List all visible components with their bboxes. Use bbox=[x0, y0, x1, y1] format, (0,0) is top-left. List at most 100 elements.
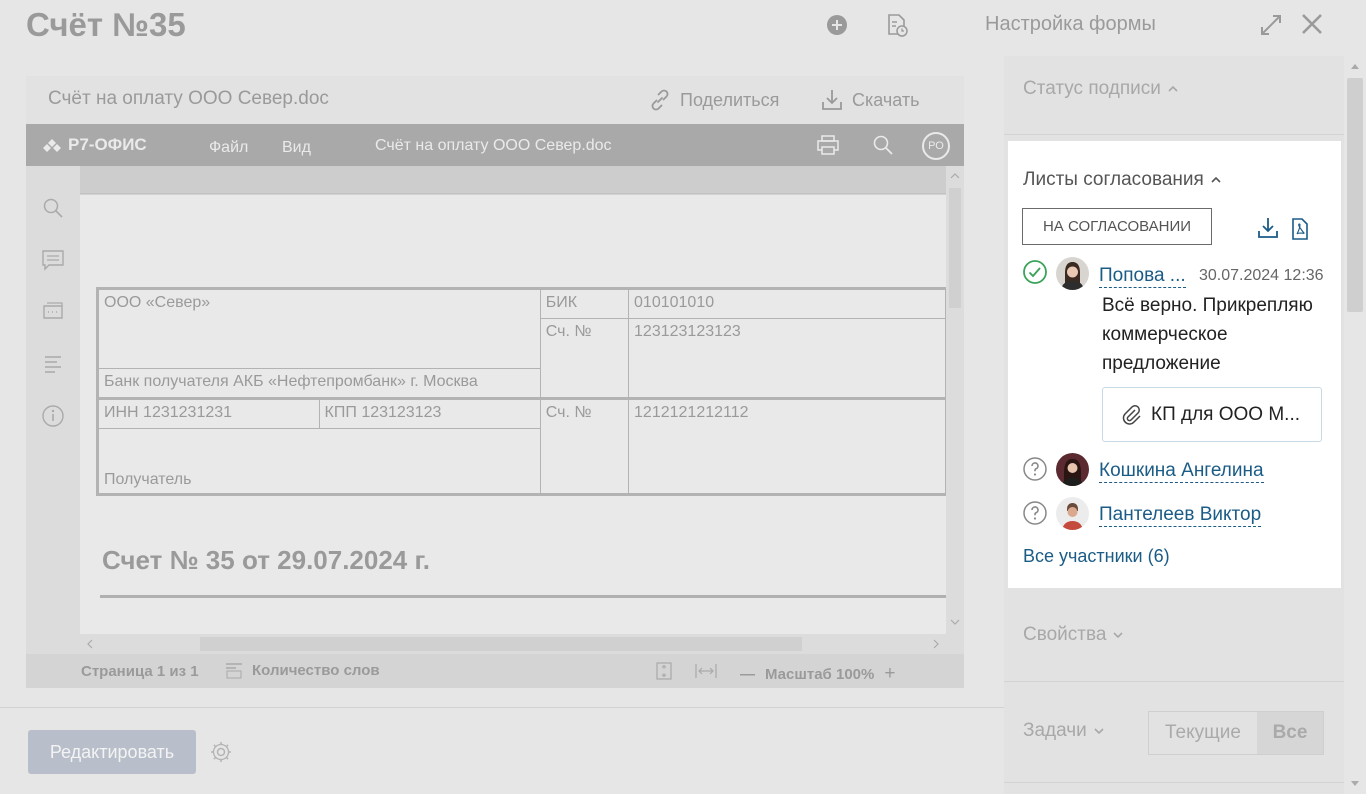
participant-name[interactable]: Кошкина Ангелина bbox=[1099, 460, 1264, 483]
attachment-link[interactable]: КП для ООО М... bbox=[1102, 387, 1322, 442]
document-horizontal-scrollbar[interactable] bbox=[80, 634, 946, 654]
tool-comments[interactable] bbox=[41, 248, 65, 272]
document-vertical-scrollbar[interactable] bbox=[946, 166, 964, 636]
print-icon bbox=[817, 135, 839, 155]
scroll-up-icon[interactable] bbox=[1350, 62, 1360, 70]
print-button[interactable] bbox=[816, 134, 840, 156]
ruler bbox=[80, 166, 946, 194]
avatar bbox=[1056, 497, 1089, 530]
payment-details-table: ООО «Север» БИК 010101010 Сч. № 12312312… bbox=[96, 287, 946, 496]
participant-comment: Всё верно. Прикрепляю коммерческое предл… bbox=[1102, 295, 1313, 374]
tool-chat[interactable] bbox=[41, 300, 65, 324]
participant-status-pending bbox=[1022, 456, 1048, 482]
word-count-button[interactable]: Количество слов bbox=[224, 660, 380, 680]
close-button[interactable] bbox=[1298, 10, 1326, 38]
fit-page-icon[interactable] bbox=[654, 661, 674, 681]
edit-button[interactable]: Редактировать bbox=[28, 730, 196, 774]
document-clock-icon bbox=[888, 14, 908, 37]
info-icon bbox=[42, 405, 64, 427]
sidebar-divider bbox=[1004, 681, 1344, 682]
bik-value: 010101010 bbox=[628, 287, 946, 319]
fit-width-icon[interactable] bbox=[694, 661, 718, 681]
tasks-section-toggle[interactable]: Задачи bbox=[1023, 720, 1105, 742]
link-icon bbox=[651, 89, 669, 111]
chat-icon bbox=[43, 302, 63, 319]
tool-navigation[interactable] bbox=[41, 352, 65, 376]
account-value: 123123123123 bbox=[628, 318, 946, 399]
settings-button[interactable] bbox=[209, 740, 233, 764]
editor-left-toolbar bbox=[26, 166, 80, 654]
zoom-control: — Масштаб 100% + bbox=[740, 663, 895, 685]
zoom-level: Масштаб 100% bbox=[765, 665, 875, 683]
document-area: ООО «Север» БИК 010101010 Сч. № 12312312… bbox=[80, 166, 946, 654]
approval-status-badge: НА СОГЛАСОВАНИИ bbox=[1022, 208, 1212, 245]
editor-menubar: Р7-ОФИС Файл Вид Счёт на оплату ООО Севе… bbox=[26, 124, 964, 166]
attachment-name: КП для ООО М... bbox=[1151, 403, 1301, 425]
pdf-sheet-button[interactable] bbox=[1290, 217, 1310, 241]
recipient-cell: Получатель bbox=[96, 428, 541, 496]
sign-status-section-toggle[interactable]: Статус подписи bbox=[1023, 78, 1179, 100]
properties-section-toggle[interactable]: Свойства bbox=[1023, 624, 1124, 646]
editor-search-button[interactable] bbox=[872, 134, 894, 156]
editor-logo-text: Р7-ОФИС bbox=[68, 135, 147, 154]
menu-file[interactable]: Файл bbox=[209, 139, 248, 157]
company-cell: ООО «Север» bbox=[96, 287, 541, 369]
sidebar-divider bbox=[1004, 782, 1344, 783]
participant-status-pending bbox=[1022, 500, 1048, 526]
user-photo-icon bbox=[1056, 497, 1089, 530]
participant-name[interactable]: Пантелеев Виктор bbox=[1099, 504, 1262, 527]
tab-all[interactable]: Все bbox=[1257, 712, 1323, 754]
form-settings-link[interactable]: Настройка формы bbox=[985, 13, 1156, 36]
document-page[interactable]: ООО «Север» БИК 010101010 Сч. № 12312312… bbox=[80, 195, 946, 636]
plus-circle-icon bbox=[827, 15, 847, 35]
user-photo-icon bbox=[1056, 257, 1089, 290]
approval-section-toggle[interactable]: Листы согласования bbox=[1023, 169, 1222, 191]
paperclip-icon bbox=[1122, 404, 1141, 425]
editor-user-avatar[interactable]: РО bbox=[922, 132, 950, 160]
editor-logo: Р7-ОФИС bbox=[42, 135, 147, 155]
check-circle-icon bbox=[1023, 260, 1047, 284]
menu-view[interactable]: Вид bbox=[282, 139, 311, 157]
bik-label: БИК bbox=[539, 287, 630, 319]
download-icon bbox=[1258, 218, 1278, 238]
document-status-button[interactable] bbox=[884, 12, 910, 38]
tool-info[interactable] bbox=[41, 404, 65, 428]
share-button[interactable]: Поделиться bbox=[648, 86, 779, 114]
avatar bbox=[1056, 453, 1089, 486]
account-label: Сч. № bbox=[539, 318, 630, 399]
zoom-out-icon[interactable]: — bbox=[740, 666, 755, 683]
expand-button[interactable] bbox=[1258, 12, 1284, 38]
participant-status-approved bbox=[1022, 259, 1048, 285]
page-title: Счёт №35 bbox=[26, 6, 186, 43]
download-label: Скачать bbox=[852, 89, 920, 110]
question-circle-icon bbox=[1023, 457, 1047, 481]
chevron-up-icon bbox=[1168, 85, 1178, 92]
user-photo-icon bbox=[1056, 453, 1089, 486]
tasks-title: Задачи bbox=[1023, 720, 1087, 741]
close-icon bbox=[1302, 14, 1322, 34]
search-icon bbox=[873, 135, 893, 155]
main-scrollbar-thumb[interactable] bbox=[1347, 78, 1363, 312]
horizontal-scrollbar-track bbox=[87, 637, 939, 651]
download-icon bbox=[822, 90, 842, 110]
participant-name[interactable]: Попова ... bbox=[1099, 265, 1186, 288]
account2-value: 1212121212112 bbox=[628, 397, 946, 496]
tool-search[interactable] bbox=[41, 196, 65, 220]
add-button[interactable] bbox=[824, 12, 850, 38]
chevron-up-icon bbox=[1211, 176, 1221, 183]
all-participants-link[interactable]: Все участники (6) bbox=[1023, 546, 1170, 567]
vertical-scrollbar-track bbox=[949, 173, 961, 625]
download-sheet-button[interactable] bbox=[1256, 216, 1280, 240]
sign-status-title: Статус подписи bbox=[1023, 78, 1161, 99]
comment-icon bbox=[42, 250, 64, 271]
r7-logo-icon bbox=[43, 139, 61, 152]
list-icon bbox=[45, 356, 61, 373]
expand-icon bbox=[1261, 15, 1281, 35]
bank-cell: Банк получателя АКБ «Нефтепромбанк» г. М… bbox=[96, 368, 541, 399]
scroll-down-icon[interactable] bbox=[1350, 780, 1360, 788]
search-icon bbox=[43, 198, 63, 218]
zoom-in-icon[interactable]: + bbox=[884, 663, 895, 685]
participant-date: 30.07.2024 12:36 bbox=[1199, 267, 1324, 284]
download-button[interactable]: Скачать bbox=[820, 86, 920, 114]
tab-current[interactable]: Текущие bbox=[1149, 712, 1257, 754]
